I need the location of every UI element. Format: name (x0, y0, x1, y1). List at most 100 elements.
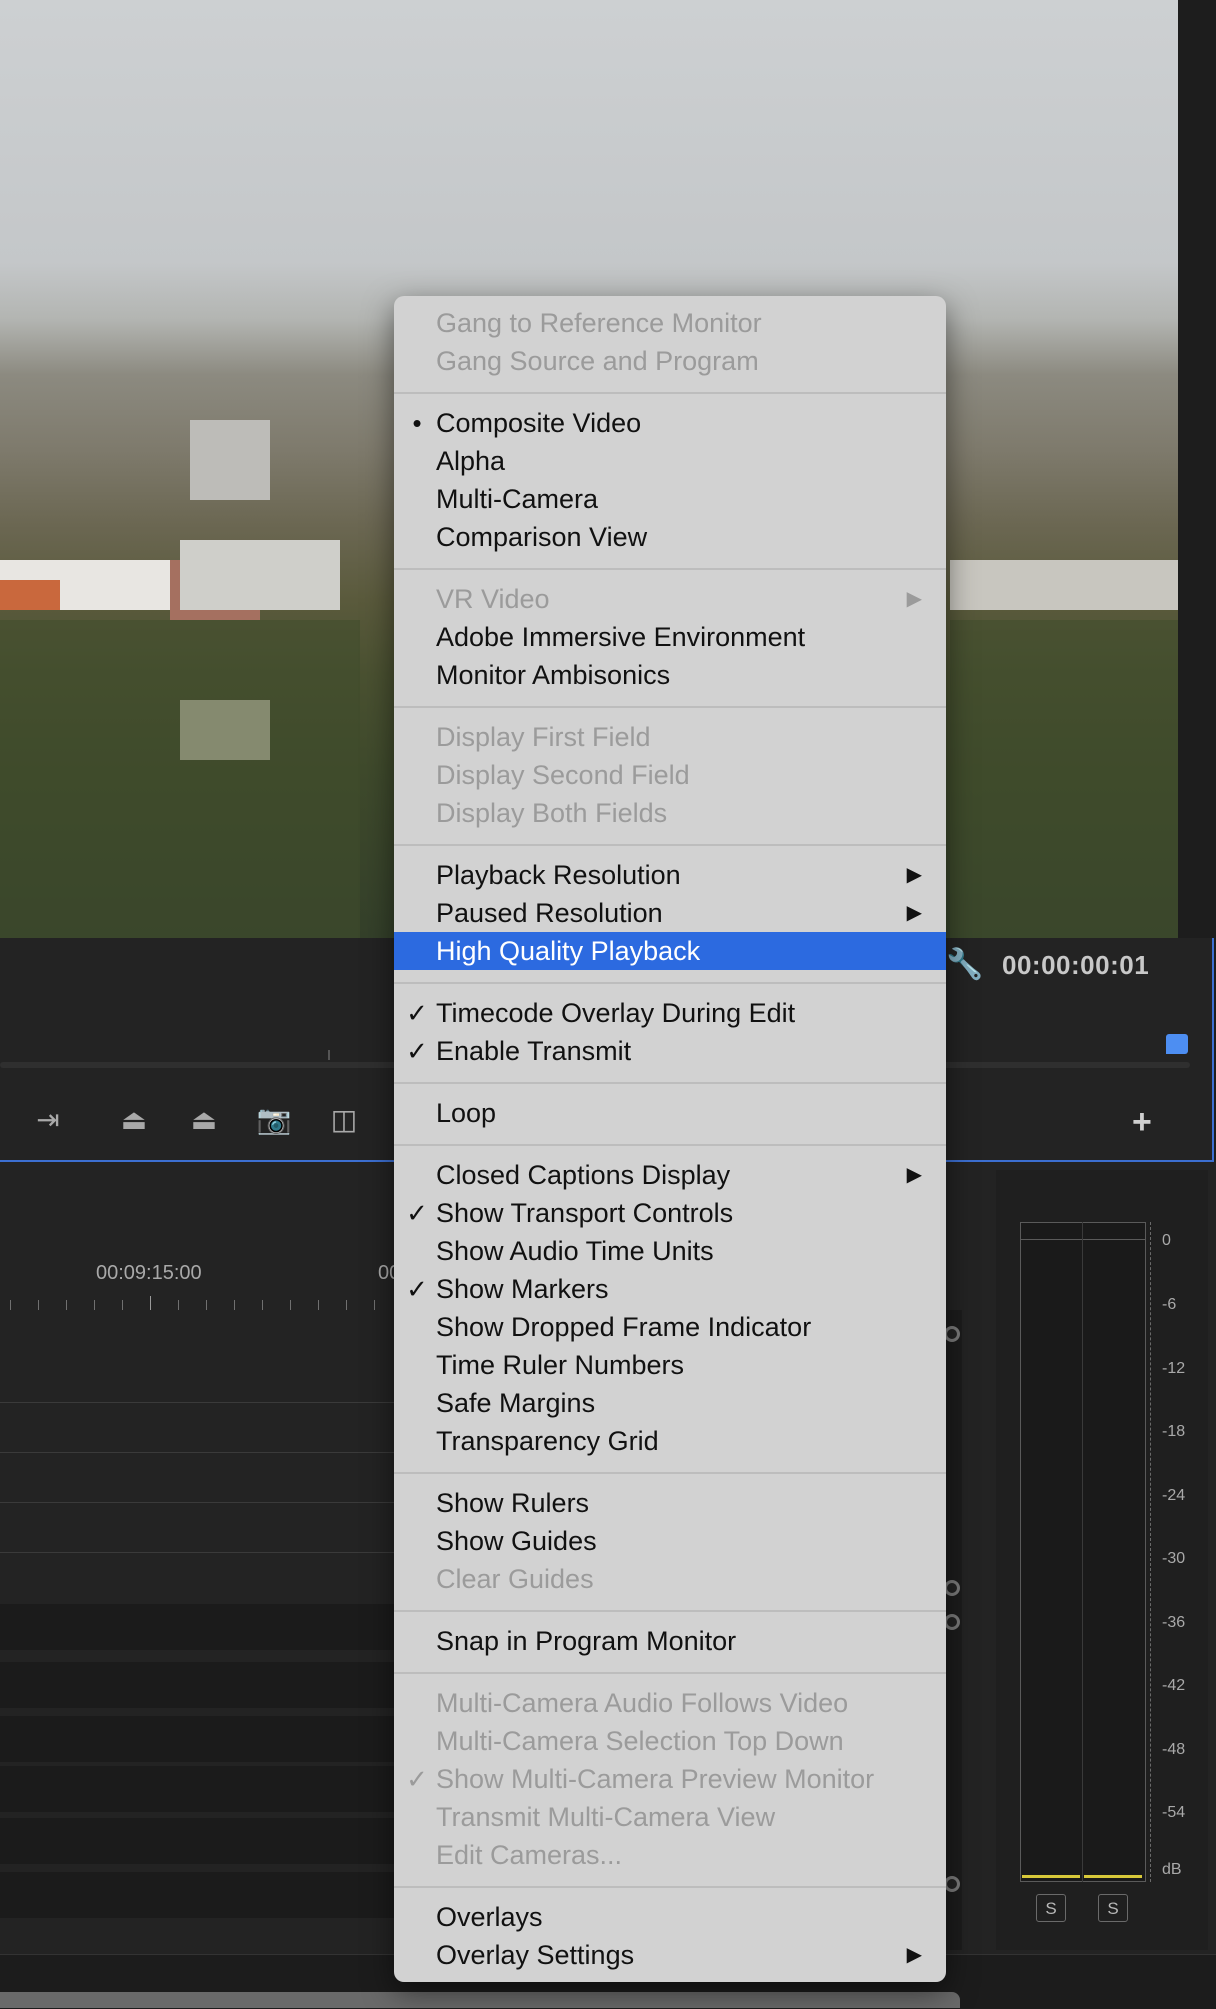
menu-item-composite-video[interactable]: • Composite Video (394, 404, 946, 442)
menu-item-overlay-settings[interactable]: Overlay Settings ▶ (394, 1936, 946, 1974)
timeline-time-label: 00:09:15:00 (96, 1262, 202, 1284)
timeline-track[interactable] (0, 1716, 400, 1762)
menu-item-transmit-multi-camera-view: Transmit Multi-Camera View (394, 1798, 946, 1836)
menu-item-edit-cameras: Edit Cameras... (394, 1836, 946, 1874)
menu-item-label: Paused Resolution (436, 898, 663, 928)
db-label: 0 (1162, 1232, 1171, 1249)
menu-item-timecode-overlay-during-edit[interactable]: ✓ Timecode Overlay During Edit (394, 994, 946, 1032)
menu-separator (394, 392, 946, 394)
menu-item-label: Show Audio Time Units (436, 1236, 714, 1266)
menu-item-monitor-ambisonics[interactable]: Monitor Ambisonics (394, 656, 946, 694)
camera-icon[interactable]: 📷 (252, 1102, 296, 1138)
menu-item-label: Time Ruler Numbers (436, 1350, 685, 1380)
audio-meter (1020, 1222, 1146, 1882)
menu-item-show-audio-time-units[interactable]: Show Audio Time Units (394, 1232, 946, 1270)
video-building (950, 560, 1178, 610)
menu-item-snap-in-program-monitor[interactable]: Snap in Program Monitor (394, 1622, 946, 1660)
menu-item-transparency-grid[interactable]: Transparency Grid (394, 1422, 946, 1460)
video-trees (0, 620, 360, 938)
menu-separator (394, 1082, 946, 1084)
program-monitor-settings-menu: Gang to Reference Monitor Gang Source and… (394, 296, 946, 1982)
menu-item-safe-margins[interactable]: Safe Margins (394, 1384, 946, 1422)
timeline-track-line (0, 1452, 400, 1453)
scroll-handle[interactable] (944, 1580, 960, 1596)
menu-item-show-transport-controls[interactable]: ✓ Show Transport Controls (394, 1194, 946, 1232)
menu-item-overlays[interactable]: Overlays (394, 1898, 946, 1936)
db-label: -18 (1162, 1423, 1186, 1440)
menu-item-comparison-view[interactable]: Comparison View (394, 518, 946, 556)
menu-item-closed-captions-display[interactable]: Closed Captions Display ▶ (394, 1156, 946, 1194)
menu-item-adobe-immersive-environment[interactable]: Adobe Immersive Environment (394, 618, 946, 656)
scroll-handle[interactable] (944, 1876, 960, 1892)
menu-item-label: Multi-Camera (436, 484, 599, 514)
menu-item-label: Composite Video (436, 408, 642, 438)
menu-item-label: Alpha (436, 446, 506, 476)
menu-item-show-dropped-frame-indicator[interactable]: Show Dropped Frame Indicator (394, 1308, 946, 1346)
add-icon[interactable]: + (1132, 1104, 1152, 1140)
menu-item-display-both-fields: Display Both Fields (394, 794, 946, 832)
scroll-handle[interactable] (944, 1614, 960, 1630)
timeline-track[interactable] (0, 1818, 400, 1864)
menu-item-label: Show Multi-Camera Preview Monitor (436, 1764, 875, 1794)
menu-item-label: Clear Guides (436, 1564, 594, 1594)
menu-item-alpha[interactable]: Alpha (394, 442, 946, 480)
menu-item-show-guides[interactable]: Show Guides (394, 1522, 946, 1560)
video-building (190, 420, 270, 500)
timeline-ruler[interactable] (0, 1296, 400, 1310)
timeline-track-line (0, 1402, 400, 1403)
menu-item-label: Show Guides (436, 1526, 597, 1556)
submenu-arrow-icon: ▶ (906, 1164, 922, 1186)
audio-meter-peak-indicators[interactable] (1020, 1222, 1146, 1240)
timeline-track-line (0, 1552, 400, 1553)
audio-level-left (1022, 1875, 1080, 1878)
menu-item-playback-resolution[interactable]: Playback Resolution ▶ (394, 856, 946, 894)
panel-focus-border (1212, 938, 1214, 1162)
menu-item-multi-camera[interactable]: Multi-Camera (394, 480, 946, 518)
horizontal-scrollbar[interactable] (0, 1992, 960, 2008)
menu-item-display-second-field: Display Second Field (394, 756, 946, 794)
menu-item-vr-video: VR Video ▶ (394, 580, 946, 618)
menu-item-loop[interactable]: Loop (394, 1094, 946, 1132)
menu-item-label: Adobe Immersive Environment (436, 622, 806, 652)
menu-item-label: Transparency Grid (436, 1426, 659, 1456)
menu-item-label: Timecode Overlay During Edit (436, 998, 796, 1028)
menu-item-label: Transmit Multi-Camera View (436, 1802, 776, 1832)
menu-item-show-rulers[interactable]: Show Rulers (394, 1484, 946, 1522)
insert-icon[interactable]: ⇥ (26, 1102, 70, 1138)
menu-item-label: Display Second Field (436, 760, 690, 790)
menu-item-label: Multi-Camera Audio Follows Video (436, 1688, 849, 1718)
compare-icon[interactable]: ◫ (322, 1102, 366, 1138)
timeline-scrollbar[interactable] (944, 1310, 962, 1950)
timeline-track[interactable] (0, 1872, 400, 1918)
db-label: dB (1162, 1861, 1182, 1878)
playhead-timecode[interactable]: 00:00:00:01 (1002, 950, 1149, 981)
scroll-handle[interactable] (944, 1326, 960, 1342)
solo-right-button[interactable]: S (1098, 1894, 1128, 1922)
menu-separator (394, 706, 946, 708)
solo-left-button[interactable]: S (1036, 1894, 1066, 1922)
checkmark-icon: ✓ (406, 1764, 428, 1794)
menu-item-label: Edit Cameras... (436, 1840, 623, 1870)
playhead-marker-icon[interactable] (1166, 1034, 1188, 1054)
scrub-tick (328, 1050, 330, 1060)
menu-item-show-markers[interactable]: ✓ Show Markers (394, 1270, 946, 1308)
menu-item-multi-camera-audio-follows-video: Multi-Camera Audio Follows Video (394, 1684, 946, 1722)
menu-item-clear-guides: Clear Guides (394, 1560, 946, 1598)
submenu-arrow-icon: ▶ (906, 588, 922, 610)
radio-dot-icon: • (412, 408, 422, 438)
extract-icon[interactable]: ⏏ (182, 1102, 226, 1138)
lift-icon[interactable]: ⏏ (112, 1102, 156, 1138)
menu-item-high-quality-playback[interactable]: High Quality Playback (394, 932, 946, 970)
wrench-icon[interactable]: 🔧 (946, 948, 983, 982)
timeline-track-line (0, 1502, 400, 1503)
menu-item-time-ruler-numbers[interactable]: Time Ruler Numbers (394, 1346, 946, 1384)
timeline-track[interactable] (0, 1604, 400, 1650)
menu-item-enable-transmit[interactable]: ✓ Enable Transmit (394, 1032, 946, 1070)
menu-item-paused-resolution[interactable]: Paused Resolution ▶ (394, 894, 946, 932)
timeline-track[interactable] (0, 1766, 400, 1812)
menu-item-label: Enable Transmit (436, 1036, 632, 1066)
timeline-track[interactable] (0, 1662, 400, 1708)
submenu-arrow-icon: ▶ (906, 864, 922, 886)
menu-item-label: Overlays (436, 1902, 543, 1932)
menu-item-label: Display Both Fields (436, 798, 668, 828)
